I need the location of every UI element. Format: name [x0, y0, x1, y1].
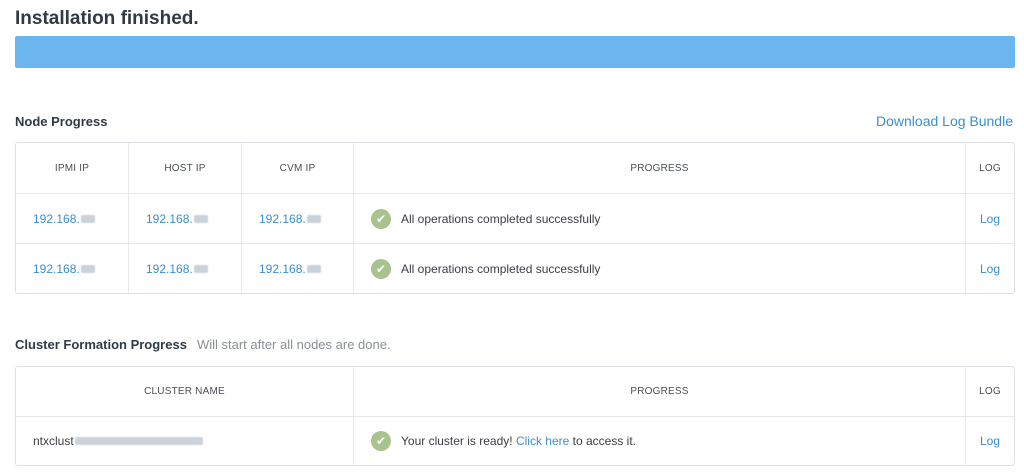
col-host-ip: HOST IP [129, 143, 242, 193]
progress-status: All operations completed successfully [401, 261, 601, 276]
progress-cell: ✔ All operations completed successfully [354, 244, 966, 293]
col-cvm-ip: CVM IP [242, 143, 354, 193]
page-title: Installation finished. [15, 8, 199, 29]
progress-cell: ✔ Your cluster is ready! Click here to a… [354, 417, 966, 465]
progress-cell: ✔ All operations completed successfully [354, 194, 966, 243]
ipmi-ip-text: 192.168. [33, 211, 80, 226]
progress-status: All operations completed successfully [401, 211, 601, 226]
download-log-bundle-link[interactable]: Download Log Bundle [876, 113, 1013, 129]
log-link[interactable]: Log [966, 244, 1014, 293]
cluster-name-cell: ntxclust [16, 417, 354, 465]
table-header-row: CLUSTER NAME PROGRESS LOG [16, 367, 1014, 417]
node-progress-table: IPMI IP HOST IP CVM IP PROGRESS LOG 192.… [15, 142, 1015, 294]
click-here-link[interactable]: Click here [516, 434, 569, 448]
redacted-ip [80, 264, 95, 273]
col-progress: PROGRESS [354, 143, 966, 193]
redacted-ip [306, 264, 321, 273]
check-circle-icon: ✔ [371, 431, 391, 451]
cluster-formation-heading: Cluster Formation Progress [15, 337, 187, 352]
host-ip-text: 192.168. [146, 261, 193, 276]
cvm-ip-text: 192.168. [259, 211, 306, 226]
cluster-formation-subtitle: Will start after all nodes are done. [196, 337, 391, 352]
host-ip-cell: 192.168. [129, 244, 242, 293]
ipmi-ip-cell: 192.168. [16, 194, 129, 243]
redacted-ip [306, 214, 321, 223]
ipmi-ip-text: 192.168. [33, 261, 80, 276]
cluster-name: ntxclust [33, 434, 74, 448]
redacted-ip [193, 264, 208, 273]
cvm-ip-cell: 192.168. [242, 194, 354, 243]
install-progress-fill [15, 36, 1015, 68]
table-header-row: IPMI IP HOST IP CVM IP PROGRESS LOG [16, 143, 1014, 194]
host-ip-link[interactable]: 192.168. [129, 212, 208, 226]
table-row: 192.168. 192.168. 192.168. ✔ All operati… [16, 194, 1014, 244]
table-row: 192.168. 192.168. 192.168. ✔ All operati… [16, 244, 1014, 293]
cvm-ip-link[interactable]: 192.168. [242, 212, 321, 226]
col-log: LOG [979, 162, 1001, 174]
cluster-status-prefix: Your cluster is ready! [401, 434, 516, 448]
host-ip-text: 192.168. [146, 211, 193, 226]
host-ip-cell: 192.168. [129, 194, 242, 243]
col-cluster-name: CLUSTER NAME [16, 367, 354, 416]
ipmi-ip-cell: 192.168. [16, 244, 129, 293]
cvm-ip-link[interactable]: 192.168. [242, 262, 321, 276]
redacted-ip [193, 214, 208, 223]
host-ip-link[interactable]: 192.168. [129, 262, 208, 276]
install-progress-bar [15, 36, 1015, 68]
table-row: ntxclust ✔ Your cluster is ready! Click … [16, 417, 1014, 465]
cluster-formation-title: Cluster Formation Progress Will start aft… [15, 337, 391, 352]
cluster-progress-table: CLUSTER NAME PROGRESS LOG ntxclust ✔ You… [15, 366, 1015, 466]
cvm-ip-cell: 192.168. [242, 244, 354, 293]
check-circle-icon: ✔ [371, 208, 391, 229]
ipmi-ip-link[interactable]: 192.168. [16, 212, 95, 226]
node-progress-title: Node Progress [15, 114, 108, 129]
ipmi-ip-link[interactable]: 192.168. [16, 262, 95, 276]
cluster-status: Your cluster is ready! Click here to acc… [401, 434, 636, 448]
check-circle-icon: ✔ [371, 258, 391, 279]
cvm-ip-text: 192.168. [259, 261, 306, 276]
redacted-ip [80, 214, 95, 223]
cluster-status-suffix: to access it. [569, 434, 637, 448]
col-progress: PROGRESS [354, 367, 966, 416]
redacted-cluster-name [74, 437, 203, 445]
log-link[interactable]: Log [966, 194, 1014, 243]
col-ipmi-ip: IPMI IP [16, 143, 129, 193]
log-link[interactable]: Log [966, 417, 1014, 465]
col-log: LOG [979, 386, 1001, 397]
